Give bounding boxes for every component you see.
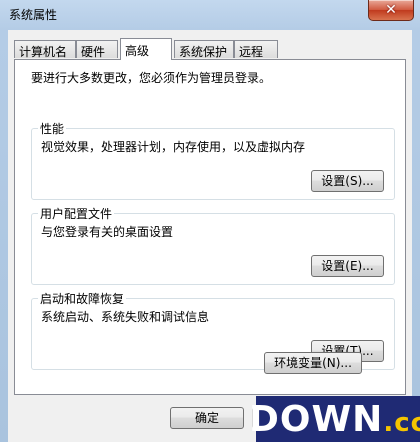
window-title: 系统属性: [9, 8, 58, 22]
performance-group: 性能 视觉效果，处理器计划，内存使用，以及虚拟内存 设置(S)...: [31, 120, 395, 200]
performance-description: 视觉效果，处理器计划，内存使用，以及虚拟内存: [41, 140, 306, 154]
user-profiles-group-title: 用户配置文件: [38, 205, 115, 222]
tab-remote[interactable]: 远程: [234, 40, 278, 59]
environment-variables-button[interactable]: 环境变量(N)...: [264, 352, 362, 374]
watermark-main-text: DOWN: [248, 398, 384, 440]
startup-recovery-description: 系统启动、系统失败和调试信息: [41, 310, 210, 324]
close-icon: ✕: [385, 2, 397, 18]
ok-button[interactable]: 确定: [170, 407, 244, 429]
tab-advanced[interactable]: 高级: [120, 38, 172, 60]
startup-recovery-group-title: 启动和故障恢复: [38, 290, 127, 307]
admin-notice: 要进行大多数更改，您必须作为管理员登录。: [31, 71, 272, 85]
close-button[interactable]: ✕: [368, 0, 414, 21]
user-profiles-settings-button[interactable]: 设置(E)...: [311, 255, 384, 277]
tab-system-protection[interactable]: 系统保护: [174, 40, 234, 59]
dialog-client-area: 计算机名 硬件 高级 系统保护 远程 要进行大多数更改，您必须作为管理员登录。 …: [8, 30, 412, 442]
tab-hardware[interactable]: 硬件: [76, 40, 118, 59]
watermark-logo: DOWN .cc: [249, 396, 420, 442]
title-bar[interactable]: 系统属性 ✕: [0, 0, 420, 28]
user-profiles-description: 与您登录有关的桌面设置: [41, 225, 174, 239]
advanced-tab-panel: 要进行大多数更改，您必须作为管理员登录。 性能 视觉效果，处理器计划，内存使用，…: [14, 59, 406, 395]
performance-settings-button[interactable]: 设置(S)...: [311, 170, 384, 192]
system-properties-window: 系统属性 ✕ 计算机名 硬件 高级 系统保护 远程 要进行大多数更改，您必须作为…: [0, 0, 420, 442]
performance-group-title: 性能: [38, 120, 67, 137]
user-profiles-group: 用户配置文件 与您登录有关的桌面设置 设置(E)...: [31, 205, 395, 285]
watermark-suffix-text: .cc: [383, 408, 420, 438]
tab-computer-name[interactable]: 计算机名: [14, 40, 76, 59]
